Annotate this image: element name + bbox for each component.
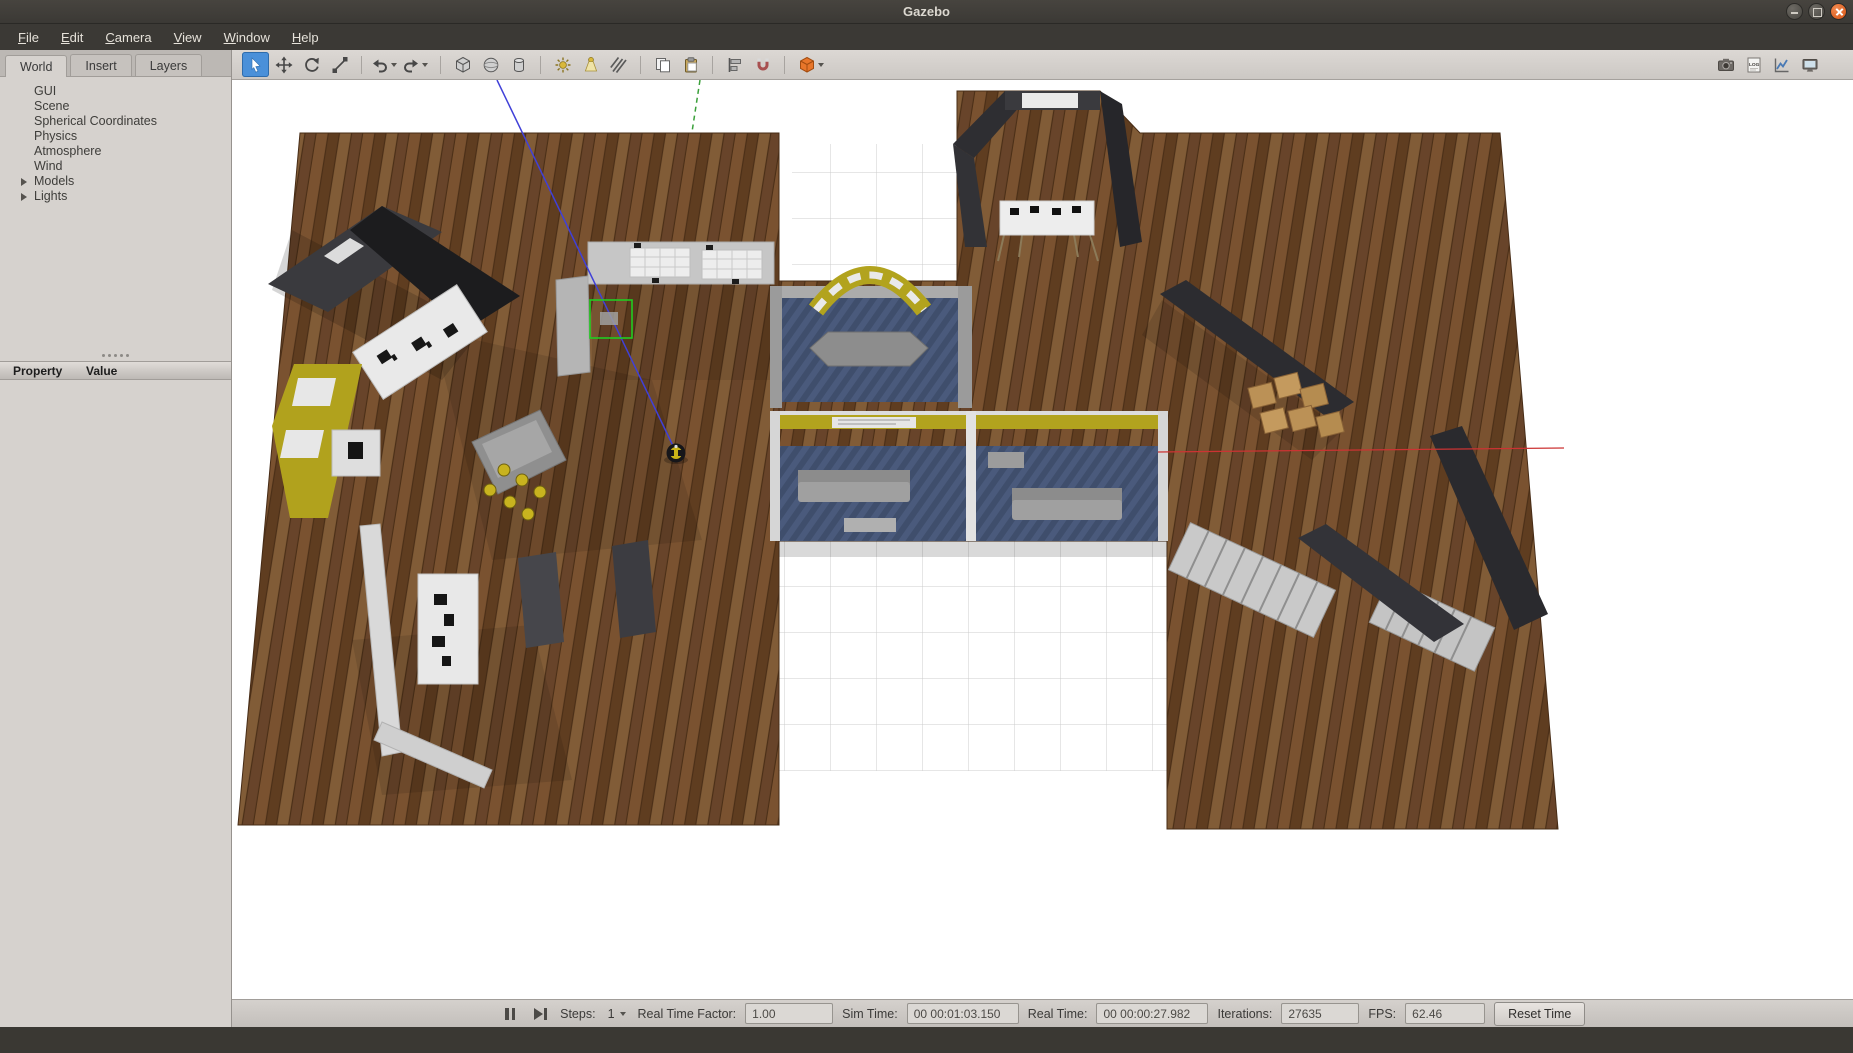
left-panel: World Insert Layers GUI Scene Spherical … xyxy=(0,50,232,1027)
box-tool[interactable] xyxy=(449,52,476,77)
pause-button[interactable] xyxy=(500,1006,521,1022)
undo-button[interactable] xyxy=(370,52,397,77)
menu-file[interactable]: File xyxy=(8,27,49,48)
directional-light-tool[interactable] xyxy=(605,52,632,77)
tab-layers[interactable]: Layers xyxy=(135,54,203,76)
paste-button[interactable] xyxy=(677,52,704,77)
window-controls xyxy=(1786,3,1847,20)
rtf-value: 1.00 xyxy=(745,1003,833,1024)
menu-camera[interactable]: Camera xyxy=(95,27,161,48)
fps-label: FPS: xyxy=(1368,1007,1396,1021)
real-time-value: 00 00:00:27.982 xyxy=(1096,1003,1208,1024)
reset-time-button[interactable]: Reset Time xyxy=(1494,1002,1585,1026)
select-tool[interactable] xyxy=(242,52,269,77)
tab-insert[interactable]: Insert xyxy=(70,54,131,76)
tree-item-lights[interactable]: Lights xyxy=(0,189,231,204)
redo-history-caret-icon xyxy=(422,63,428,67)
rtf-label: Real Time Factor: xyxy=(638,1007,737,1021)
tree-item-physics[interactable]: Physics xyxy=(0,129,231,144)
align-tool[interactable] xyxy=(721,52,748,77)
menu-edit[interactable]: Edit xyxy=(51,27,93,48)
property-table-header: Property Value xyxy=(0,361,231,380)
sphere-tool[interactable] xyxy=(477,52,504,77)
expand-arrow-icon[interactable] xyxy=(21,193,27,201)
menu-window[interactable]: Window xyxy=(214,27,280,48)
close-button[interactable] xyxy=(1830,3,1847,20)
property-column-header: Property xyxy=(0,364,84,378)
desk-bottomleft xyxy=(418,574,478,684)
toolbar: LOG xyxy=(232,50,1853,80)
window-title: Gazebo xyxy=(0,4,1853,19)
maximize-button[interactable] xyxy=(1808,3,1825,20)
fps-value: 62.46 xyxy=(1405,1003,1485,1024)
expand-arrow-icon[interactable] xyxy=(21,178,27,186)
spot-light-tool[interactable] xyxy=(577,52,604,77)
menu-view[interactable]: View xyxy=(164,27,212,48)
minimize-button[interactable] xyxy=(1786,3,1803,20)
tree-item-spherical[interactable]: Spherical Coordinates xyxy=(0,114,231,129)
world-tree: GUI Scene Spherical Coordinates Physics … xyxy=(0,77,231,349)
steps-select[interactable]: 1 xyxy=(605,1005,629,1023)
view-angle-tool[interactable] xyxy=(793,52,829,77)
window-bottom-strip xyxy=(0,1027,1853,1053)
tree-item-gui[interactable]: GUI xyxy=(0,84,231,99)
view-angle-caret-icon xyxy=(818,63,824,67)
scale-tool[interactable] xyxy=(326,52,353,77)
scene-render[interactable] xyxy=(232,80,1853,999)
room-meeting-top xyxy=(770,286,972,408)
menubar: File Edit Camera View Window Help xyxy=(0,24,1853,50)
render-viewport[interactable] xyxy=(232,80,1853,999)
cylinder-tool[interactable] xyxy=(505,52,532,77)
panel-tabs: World Insert Layers xyxy=(0,50,231,77)
tree-item-scene[interactable]: Scene xyxy=(0,99,231,114)
steps-caret-icon xyxy=(620,1012,626,1016)
rotate-tool[interactable] xyxy=(298,52,325,77)
svg-text:LOG: LOG xyxy=(1749,62,1760,68)
translate-tool[interactable] xyxy=(270,52,297,77)
copy-button[interactable] xyxy=(649,52,676,77)
plot-button[interactable] xyxy=(1768,52,1795,77)
tree-item-atmosphere[interactable]: Atmosphere xyxy=(0,144,231,159)
redo-button[interactable] xyxy=(398,52,432,77)
sim-time-label: Sim Time: xyxy=(842,1007,898,1021)
value-column-header: Value xyxy=(84,364,117,378)
screenshot-button[interactable] xyxy=(1712,52,1739,77)
iterations-value: 27635 xyxy=(1281,1003,1359,1024)
real-time-label: Real Time: xyxy=(1028,1007,1088,1021)
record-video-button[interactable] xyxy=(1796,52,1823,77)
undo-history-caret-icon xyxy=(391,63,397,67)
sim-time-value: 00 00:01:03.150 xyxy=(907,1003,1019,1024)
tree-item-wind[interactable]: Wind xyxy=(0,159,231,174)
titlebar: Gazebo xyxy=(0,0,1853,24)
tab-world[interactable]: World xyxy=(5,55,67,77)
wall-gray-center xyxy=(556,276,590,376)
iterations-label: Iterations: xyxy=(1217,1007,1272,1021)
panel-splitter[interactable] xyxy=(0,349,231,361)
steps-label: Steps: xyxy=(560,1007,595,1021)
menu-help[interactable]: Help xyxy=(282,27,329,48)
point-light-tool[interactable] xyxy=(549,52,576,77)
table-small xyxy=(332,430,380,476)
step-button[interactable] xyxy=(530,1006,552,1022)
property-table-body xyxy=(0,380,231,1027)
hallway-tables xyxy=(588,242,774,284)
tree-item-models[interactable]: Models xyxy=(0,174,231,189)
simulation-statusbar: Steps: 1 Real Time Factor: 1.00 Sim Time… xyxy=(232,999,1853,1027)
snap-tool[interactable] xyxy=(749,52,776,77)
log-data-button[interactable]: LOG xyxy=(1740,52,1767,77)
